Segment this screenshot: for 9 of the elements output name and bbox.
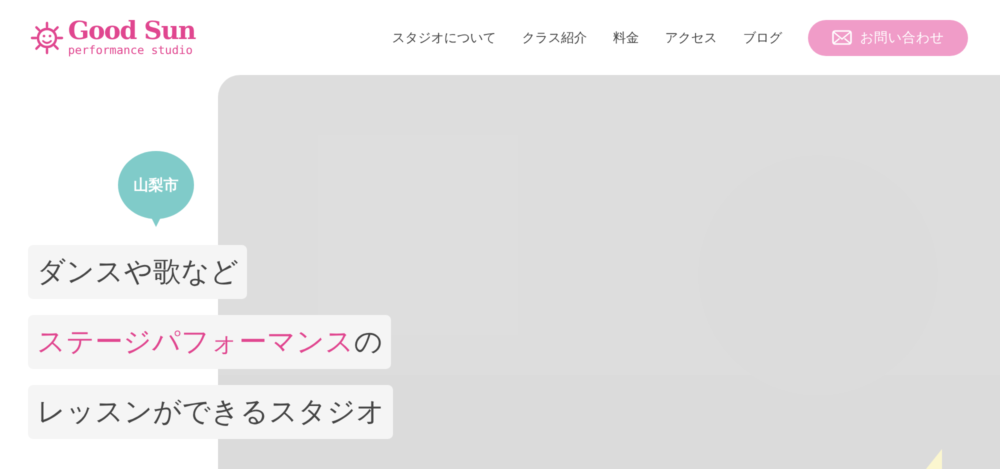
nav-link[interactable]: スタジオについて: [392, 28, 496, 46]
nav-link[interactable]: アクセス: [665, 28, 717, 46]
mail-icon: [832, 30, 852, 45]
nav-link[interactable]: ブログ: [743, 28, 782, 46]
nav-link[interactable]: クラス紹介: [522, 28, 587, 46]
sun-logo-icon: [30, 20, 64, 54]
nav-link[interactable]: 料金: [613, 28, 639, 46]
logo-subtitle: performance studio: [68, 45, 194, 57]
logo-title: Good Sun: [68, 18, 196, 44]
